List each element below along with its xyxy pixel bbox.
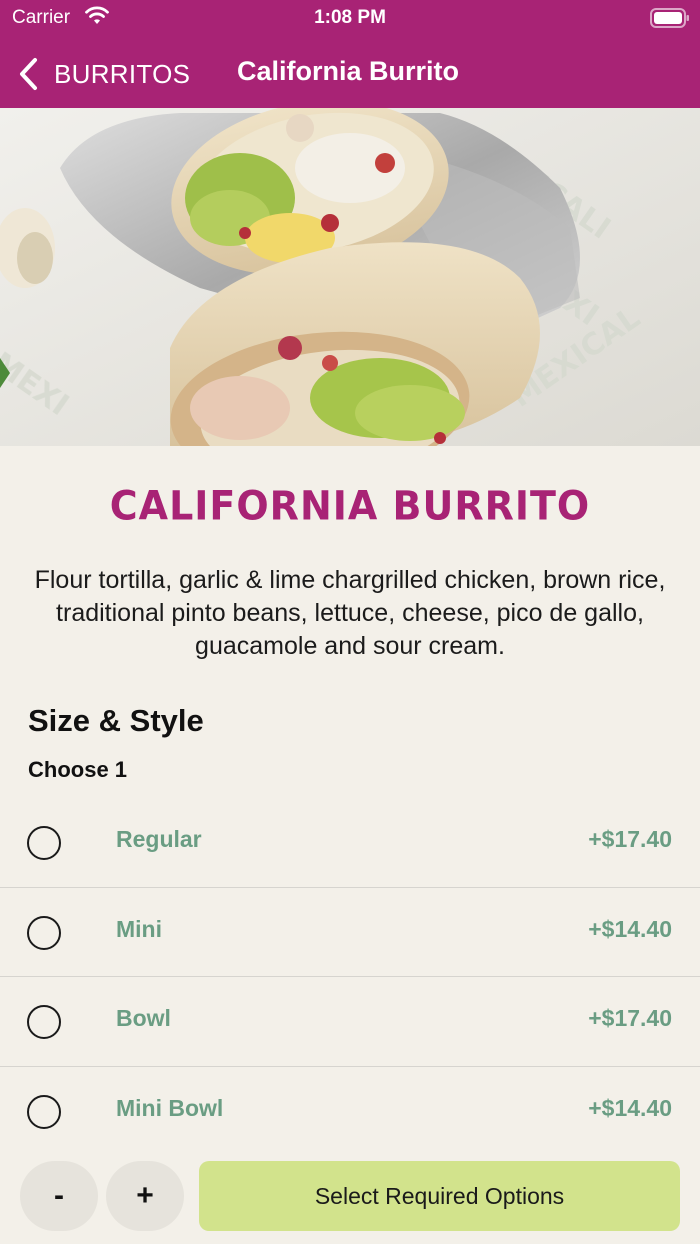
nav-title: California Burrito — [237, 56, 460, 86]
back-button[interactable]: BURRITOS — [18, 54, 190, 94]
option-regular[interactable]: Regular +$17.40 — [0, 798, 700, 888]
product-name: CALIFORNIA BURRITO — [109, 482, 591, 530]
order-action-bar: - + Select Required Options — [0, 1150, 700, 1244]
option-price: +$17.40 — [588, 826, 672, 852]
option-price: +$14.40 — [588, 915, 672, 942]
decrease-quantity-button[interactable]: - — [20, 1161, 98, 1231]
status-bar: Carrier 1:08 PM — [0, 0, 700, 36]
option-label: Bowl — [116, 1005, 171, 1031]
option-mini-bowl[interactable]: Mini Bowl +$14.40 — [0, 1067, 700, 1157]
radio-unchecked-icon[interactable] — [27, 826, 61, 860]
option-label: Mini Bowl — [116, 1094, 224, 1121]
back-label: BURRITOS — [54, 58, 191, 89]
size-style-options: Regular +$17.40 Mini +$14.40 Bowl +$17.4… — [0, 798, 700, 1156]
chevron-left-icon — [20, 58, 37, 90]
radio-unchecked-icon[interactable] — [27, 1094, 61, 1129]
status-time: 1:08 PM — [314, 7, 386, 28]
increase-quantity-button[interactable]: + — [106, 1161, 184, 1231]
option-mini[interactable]: Mini +$14.40 — [0, 888, 700, 977]
option-label: Regular — [116, 826, 202, 852]
radio-unchecked-icon[interactable] — [27, 915, 61, 950]
nav-bar: BURRITOS California Burrito — [0, 44, 700, 104]
burrito-image: MEXICALI MEXI MEXICAL MEXI — [0, 108, 700, 446]
battery-icon — [650, 8, 689, 28]
option-price: +$14.40 — [588, 1094, 672, 1121]
radio-unchecked-icon[interactable] — [27, 1005, 61, 1039]
option-label: Mini — [116, 915, 162, 942]
select-required-options-button[interactable]: Select Required Options — [199, 1161, 680, 1231]
options-group-title: Size & Style — [28, 703, 204, 738]
navigation-header: Carrier 1:08 PM BURRITOS California Burr… — [0, 0, 700, 108]
option-price: +$17.40 — [588, 1005, 672, 1031]
option-bowl[interactable]: Bowl +$17.40 — [0, 977, 700, 1067]
product-photo: MEXICALI MEXI MEXICAL MEXI — [0, 108, 700, 446]
options-group-subtitle: Choose 1 — [28, 757, 128, 782]
product-description: Flour tortilla, garlic & lime chargrille… — [34, 566, 666, 660]
